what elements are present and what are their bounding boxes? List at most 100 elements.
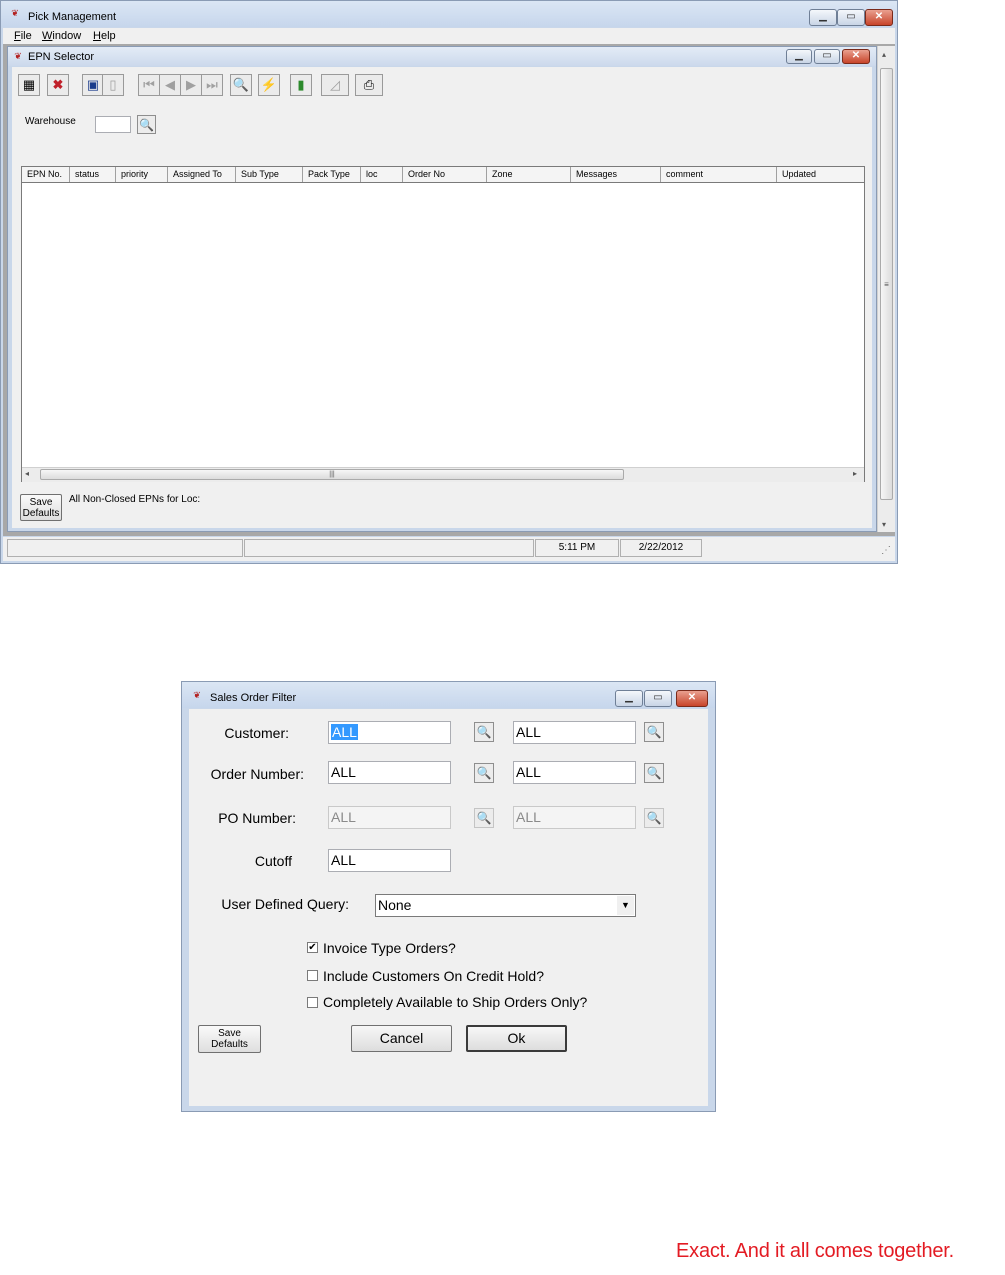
dialog-close-button[interactable]: ✕ <box>676 690 708 707</box>
scroll-down-icon[interactable]: ▾ <box>882 520 886 529</box>
warehouse-lookup-icon[interactable]: 🔍 <box>137 115 156 134</box>
resize-grip-icon[interactable]: ⋰ <box>881 545 891 556</box>
customer-label: Customer: <box>224 725 289 741</box>
save-defaults-line1: Save <box>29 497 53 508</box>
customer-from-input[interactable]: ALL <box>328 721 451 744</box>
save-defaults-line2: Defaults <box>22 508 60 519</box>
chart-icon[interactable]: ◿ <box>321 74 349 96</box>
customer-from-lookup-icon[interactable]: 🔍 <box>474 722 494 742</box>
order-number-from-input[interactable]: ALL <box>328 761 451 784</box>
customer-to-lookup-icon[interactable]: 🔍 <box>644 722 664 742</box>
po-number-to-lookup-icon[interactable]: 🔍 <box>644 808 664 828</box>
status-bar: 5:11 PM 2/22/2012 ⋰ <box>3 537 895 561</box>
order-number-to-input[interactable]: ALL <box>513 761 636 784</box>
column-header-priority[interactable]: priority <box>116 167 168 182</box>
customer-from-value: ALL <box>331 724 358 740</box>
child-minimize-button[interactable]: ▁ <box>786 49 812 64</box>
save-icon[interactable]: ▣ <box>82 74 104 96</box>
scroll-up-icon[interactable]: ▴ <box>882 50 886 59</box>
column-header-updated[interactable]: Updated <box>777 167 864 182</box>
epn-selector-body: ▦ ✖ ▣ ▯ ⏮ ◀ ▶ ⏭ 🔍 ⚡ ▮ ◿ ⎙ Warehouse 🔍 EP… <box>12 67 872 528</box>
next-record-icon[interactable]: ▶ <box>180 74 202 96</box>
epn-grid[interactable]: EPN No. status priority Assigned To Sub … <box>21 166 865 482</box>
horizontal-scroll-thumb[interactable]: ||| <box>40 469 624 480</box>
dialog-body: Customer: ALL 🔍 ALL 🔍 Order Number: ALL … <box>189 709 708 1106</box>
grid-header: EPN No. status priority Assigned To Sub … <box>22 167 864 183</box>
chevron-down-icon[interactable]: ▼ <box>617 896 634 915</box>
app-icon: ❦ <box>11 8 19 18</box>
cutoff-input[interactable]: ALL <box>328 849 451 872</box>
title-bar[interactable]: ❦ Pick Management ▁ ▭ ✕ <box>1 1 897 27</box>
vertical-scroll-thumb[interactable]: ≡ <box>880 68 893 500</box>
status-date: 2/22/2012 <box>620 539 702 557</box>
status-panel-2 <box>244 539 534 557</box>
minimize-button[interactable]: ▁ <box>809 9 837 26</box>
invoice-type-label[interactable]: Invoice Type Orders? <box>323 939 456 957</box>
customer-to-input[interactable]: ALL <box>513 721 636 744</box>
dialog-minimize-button[interactable]: ▁ <box>615 690 643 707</box>
child-restore-button[interactable]: ▭ <box>814 49 840 64</box>
column-header-epn-no[interactable]: EPN No. <box>22 167 70 182</box>
column-header-messages[interactable]: Messages <box>571 167 661 182</box>
po-number-label: PO Number: <box>218 810 296 826</box>
window-title: Pick Management <box>28 11 117 23</box>
epn-save-defaults-button[interactable]: Save Defaults <box>20 494 62 521</box>
trash-icon[interactable]: ▯ <box>102 74 124 96</box>
horizontal-scrollbar[interactable]: ◂ ||| ▸ <box>22 467 864 482</box>
exit-door-icon[interactable]: ▮ <box>290 74 312 96</box>
lightning-icon[interactable]: ⚡ <box>258 74 280 96</box>
available-to-ship-label[interactable]: Completely Available to Ship Orders Only… <box>323 993 587 1011</box>
order-number-from-lookup-icon[interactable]: 🔍 <box>474 763 494 783</box>
brand-tagline: Exact. And it all comes together. <box>676 1240 954 1262</box>
credit-hold-checkbox[interactable] <box>307 970 318 981</box>
vertical-scrollbar[interactable]: ▴ ≡ ▾ <box>877 46 895 532</box>
column-header-order-no[interactable]: Order No <box>403 167 487 182</box>
menu-bar: File Window Help <box>3 28 895 44</box>
available-to-ship-checkbox[interactable] <box>307 997 318 1008</box>
po-number-from-lookup-icon[interactable]: 🔍 <box>474 808 494 828</box>
column-header-loc[interactable]: loc <box>361 167 403 182</box>
last-record-icon[interactable]: ⏭ <box>201 74 223 96</box>
column-header-zone[interactable]: Zone <box>487 167 571 182</box>
close-button[interactable]: ✕ <box>865 9 893 26</box>
dialog-restore-button[interactable]: ▭ <box>644 690 672 707</box>
dialog-title-bar[interactable]: ❦ Sales Order Filter ▁ ▭ ✕ <box>182 682 715 708</box>
child-close-button[interactable]: ✕ <box>842 49 870 64</box>
previous-record-icon[interactable]: ◀ <box>159 74 181 96</box>
credit-hold-label[interactable]: Include Customers On Credit Hold? <box>323 967 544 985</box>
cutoff-label: Cutoff <box>254 853 292 869</box>
scroll-left-icon[interactable]: ◂ <box>25 469 29 478</box>
dialog-save-defaults-line1: Save <box>218 1028 241 1039</box>
ok-button[interactable]: Ok <box>466 1025 567 1052</box>
warehouse-input[interactable] <box>95 116 131 133</box>
menu-window[interactable]: Window <box>42 29 81 43</box>
po-number-from-input[interactable]: ALL <box>328 806 451 829</box>
dialog-save-defaults-button[interactable]: Save Defaults <box>198 1025 261 1053</box>
po-number-to-input[interactable]: ALL <box>513 806 636 829</box>
first-record-icon[interactable]: ⏮ <box>138 74 160 96</box>
order-number-to-lookup-icon[interactable]: 🔍 <box>644 763 664 783</box>
status-panel-1 <box>7 539 243 557</box>
scroll-right-icon[interactable]: ▸ <box>853 469 857 478</box>
status-time: 5:11 PM <box>535 539 619 557</box>
column-header-pack-type[interactable]: Pack Type <box>303 167 361 182</box>
print-icon[interactable]: ⎙ <box>355 74 383 96</box>
search-icon[interactable]: 🔍 <box>230 74 252 96</box>
filter-status-text: All Non-Closed EPNs for Loc: <box>69 494 201 505</box>
column-header-status[interactable]: status <box>70 167 116 182</box>
pick-management-window: ❦ Pick Management ▁ ▭ ✕ File Window Help… <box>0 0 898 564</box>
delete-icon[interactable]: ✖ <box>47 74 69 96</box>
child-title-bar[interactable]: ❦ EPN Selector ▁ ▭ ✕ <box>8 47 876 66</box>
invoice-type-checkbox[interactable]: ✔ <box>307 942 318 953</box>
menu-help[interactable]: Help <box>93 29 116 43</box>
menu-file[interactable]: File <box>14 29 32 43</box>
calculator-icon[interactable]: ▦ <box>18 74 40 96</box>
column-header-comment[interactable]: comment <box>661 167 777 182</box>
column-header-sub-type[interactable]: Sub Type <box>236 167 303 182</box>
restore-button[interactable]: ▭ <box>837 9 865 26</box>
child-window-title: EPN Selector <box>28 51 95 63</box>
user-query-select[interactable]: None ▼ <box>375 894 636 917</box>
cancel-button[interactable]: Cancel <box>351 1025 452 1052</box>
column-header-assigned-to[interactable]: Assigned To <box>168 167 236 182</box>
epn-selector-window: ❦ EPN Selector ▁ ▭ ✕ ▦ ✖ ▣ ▯ ⏮ ◀ ▶ ⏭ 🔍 ⚡… <box>7 46 877 532</box>
